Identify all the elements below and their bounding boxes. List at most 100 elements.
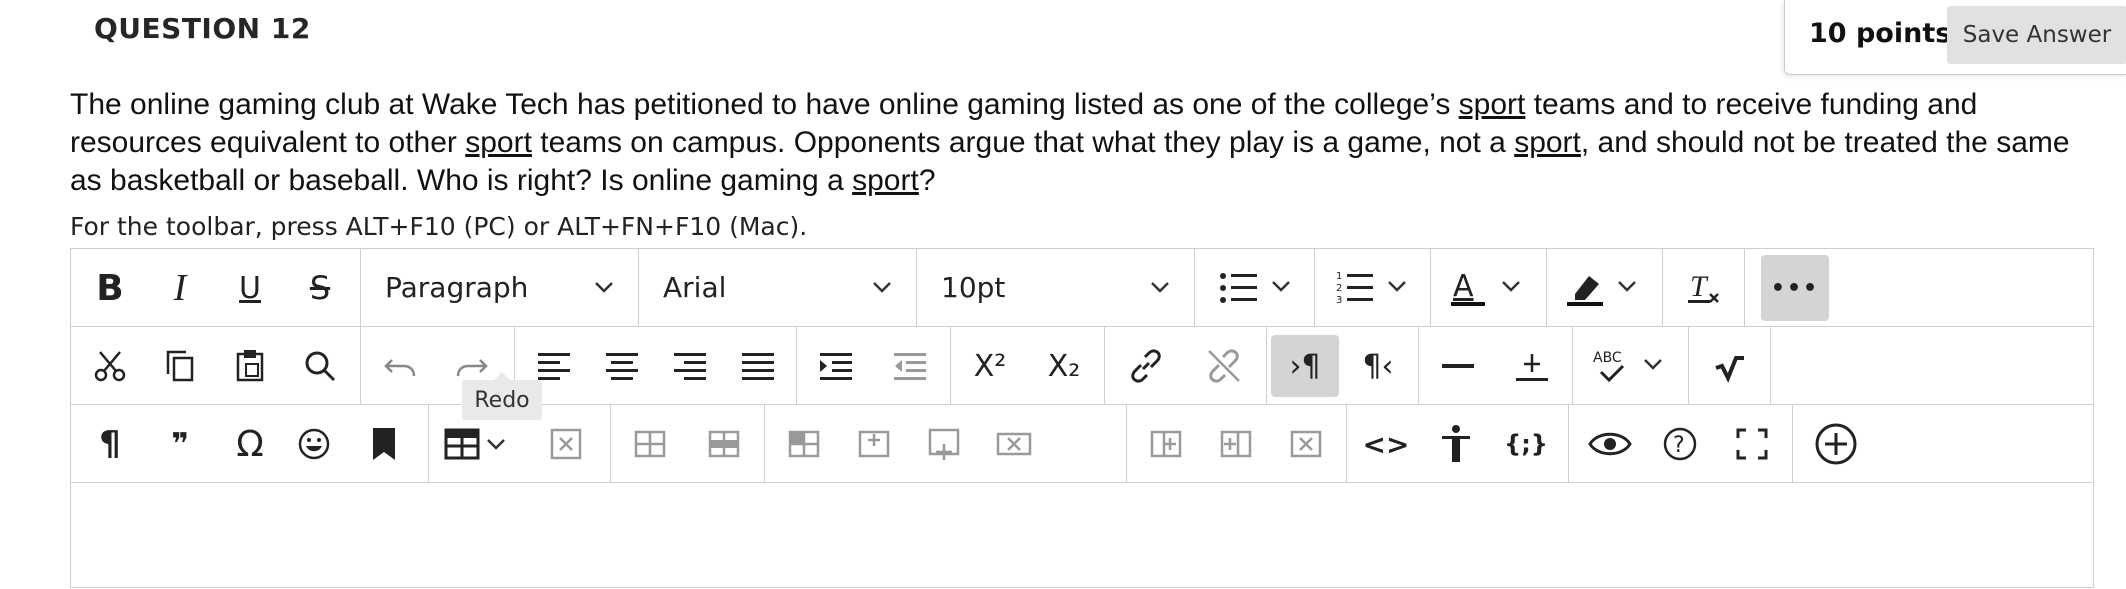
highlight-marker-icon [1567,276,1636,306]
editor-content-area[interactable] [71,483,2093,589]
quote-icon: ❞ [171,426,189,462]
page-break-button[interactable] [1501,335,1563,397]
svg-text:T: T [1690,270,1709,303]
svg-text:2: 2 [1336,283,1342,294]
italic-button[interactable]: I [149,257,211,319]
remove-link-button[interactable] [1193,335,1255,397]
bullet-list-group [1195,249,1315,326]
strikethrough-button[interactable]: S [289,257,351,319]
delete-row-icon [996,432,1032,456]
copy-button[interactable] [149,335,211,397]
font-size-dropdown[interactable]: 10pt [917,249,1195,326]
more-options-button[interactable]: ••• [1761,255,1829,321]
html-embed-button[interactable]: {;} [1495,413,1557,475]
spellcheck-group: ABC [1573,327,1689,404]
paste-button[interactable] [219,335,281,397]
emoticons-button[interactable] [283,413,345,475]
delete-column-button[interactable] [1275,413,1337,475]
scissors-icon [94,351,126,382]
align-group [515,327,797,404]
insert-symbols-group: ¶ ❞ Ω [71,405,429,482]
save-answer-button[interactable]: Save Answer [1947,6,2126,64]
align-center-button[interactable] [591,335,653,397]
font-family-dropdown[interactable]: Arial [639,249,917,326]
rtl-icon: ¶‹ [1362,348,1394,384]
table-row-props-button[interactable] [693,413,755,475]
source-code-button[interactable]: <> [1355,413,1417,475]
help-button[interactable]: ? [1649,413,1711,475]
rich-text-editor: B I U S Paragraph Arial 10pt 1 2 3 A T •… [70,248,2094,588]
undo-button[interactable] [369,335,431,397]
insert-break-icon [1516,354,1548,381]
align-right-button[interactable] [659,335,721,397]
blockquote-button[interactable]: ❞ [149,413,211,475]
anchor-button[interactable] [353,413,415,475]
bookmark-icon [373,428,395,460]
chevron-down-icon [595,282,613,293]
justify-button[interactable] [727,335,789,397]
outdent-icon [894,353,926,380]
plus-circle-icon [1815,423,1857,465]
code-icon: <> [1362,427,1410,461]
redo-tooltip: Redo [462,372,542,420]
strikethrough-icon: S [309,269,331,307]
text-color-icon: A [1451,269,1520,306]
search-icon [305,351,336,382]
points-panel: 10 points Save Answer [1784,0,2126,75]
svg-text:1: 1 [1336,271,1342,282]
bold-button[interactable]: B [79,257,141,319]
show-blocks-button[interactable]: ¶ [79,413,141,475]
insert-row-before-icon [858,430,890,458]
rtl-button[interactable]: ¶‹ [1347,335,1409,397]
prompt-text: The online gaming club at Wake Tech has … [70,88,1459,121]
numbered-list-button[interactable]: 1 2 3 [1321,257,1425,319]
link-group [1105,327,1267,404]
clear-formatting-button[interactable]: T [1673,257,1735,319]
math-equation-button[interactable] [1699,335,1761,397]
horizontal-line-button[interactable] [1427,335,1489,397]
add-content-button[interactable] [1805,413,1867,475]
accessibility-checker-button[interactable] [1425,413,1487,475]
delete-row-button[interactable] [983,413,1045,475]
table-props-group [611,405,765,482]
delete-table-button[interactable] [535,413,597,475]
outdent-button[interactable] [879,335,941,397]
question-title: QUESTION 12 [94,12,311,45]
redo-icon [456,359,488,377]
smiley-icon [298,428,330,460]
svg-text:3: 3 [1336,295,1342,306]
help-icon: ? [1663,427,1697,461]
numbered-list-icon: 1 2 3 [1336,271,1406,306]
insert-table-button[interactable] [437,413,517,475]
insert-link-button[interactable] [1115,335,1177,397]
tools-group: <> {;} [1347,405,1569,482]
ltr-button[interactable]: ›¶ [1271,335,1339,397]
underline-button[interactable]: U [219,257,281,319]
indent-button[interactable] [805,335,867,397]
fullscreen-button[interactable] [1721,413,1783,475]
spellcheck-button[interactable]: ABC [1579,335,1683,397]
find-button[interactable] [289,335,351,397]
align-left-icon [538,353,570,380]
insert-row-after-button[interactable] [913,413,975,475]
question-prompt: The online gaming club at Wake Tech has … [70,86,2090,200]
cut-button[interactable] [79,335,141,397]
font-size-value: 10pt [941,271,1006,304]
highlight-color-button[interactable] [1553,257,1657,319]
subscript-button[interactable]: X₂ [1033,335,1095,397]
preview-button[interactable] [1579,413,1641,475]
table-cell-props-button[interactable] [773,413,835,475]
clipboard-icon [236,350,264,382]
text-color-button[interactable]: A [1437,257,1541,319]
special-character-button[interactable]: Ω [219,413,281,475]
table-properties-button[interactable] [619,413,681,475]
block-format-dropdown[interactable]: Paragraph [361,249,639,326]
prompt-underlined: sport [1458,88,1526,121]
superscript-button[interactable]: X² [959,335,1021,397]
insert-column-after-button[interactable] [1205,413,1267,475]
insert-row-before-button[interactable] [843,413,905,475]
pilcrow-icon: ¶ [99,424,121,464]
spellcheck-icon: ABC [1593,350,1662,383]
insert-column-before-button[interactable] [1135,413,1197,475]
bullet-list-button[interactable] [1203,257,1307,319]
